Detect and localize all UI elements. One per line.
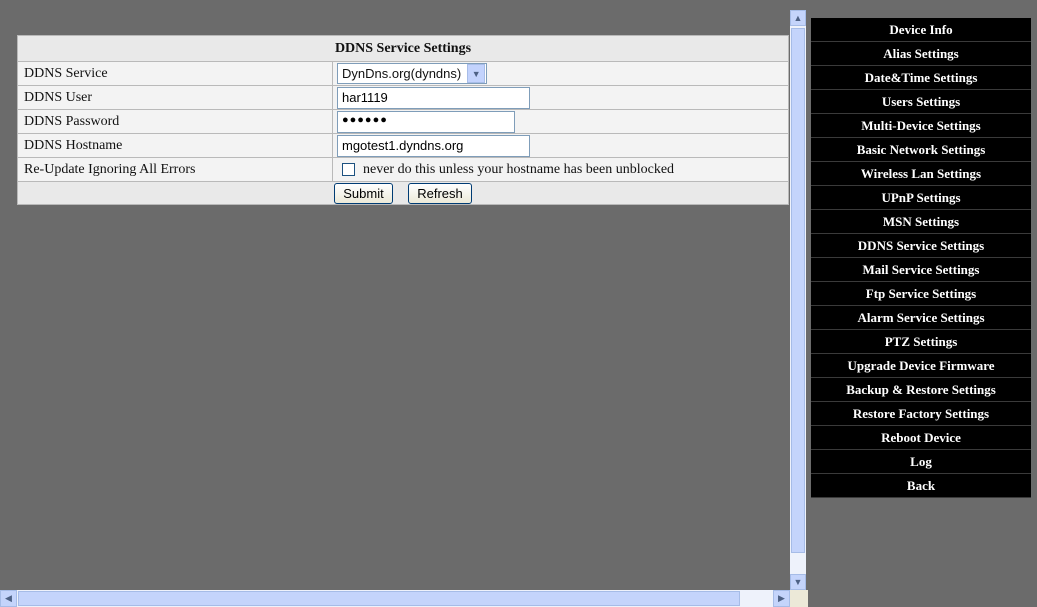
menu-item-upgrade-device-firmware[interactable]: Upgrade Device Firmware	[811, 354, 1031, 378]
horizontal-scrollbar[interactable]: ◀ ▶	[0, 590, 790, 607]
table-row: DDNS User har1119	[17, 85, 789, 110]
refresh-button[interactable]: Refresh	[408, 182, 472, 204]
arrow-left-icon[interactable]: ◀	[0, 590, 17, 607]
scroll-corner	[790, 590, 808, 607]
menu-item-date-time-settings[interactable]: Date&Time Settings	[811, 66, 1031, 90]
ddns-hostname-label: DDNS Hostname	[17, 133, 333, 158]
menu-item-alias-settings[interactable]: Alias Settings	[811, 42, 1031, 66]
menu-item-device-info[interactable]: Device Info	[811, 18, 1031, 42]
menu-item-restore-factory-settings[interactable]: Restore Factory Settings	[811, 402, 1031, 426]
button-row: Submit Refresh	[17, 181, 789, 205]
table-row: Re-Update Ignoring All Errors never do t…	[17, 157, 789, 182]
ddns-settings-title: DDNS Service Settings	[17, 35, 789, 62]
reupdate-note: never do this unless your hostname has b…	[363, 161, 675, 177]
menu-item-backup-restore-settings[interactable]: Backup & Restore Settings	[811, 378, 1031, 402]
table-row: DDNS Password ●●●●●●	[17, 109, 789, 134]
menu-item-multi-device-settings[interactable]: Multi-Device Settings	[811, 114, 1031, 138]
arrow-up-icon[interactable]: ▲	[790, 10, 806, 26]
menu-item-ptz-settings[interactable]: PTZ Settings	[811, 330, 1031, 354]
ddns-service-select[interactable]: DynDns.org(dyndns) ▼	[337, 63, 488, 84]
ddns-password-input[interactable]: ●●●●●●	[337, 110, 515, 133]
menu-item-wireless-lan-settings[interactable]: Wireless Lan Settings	[811, 162, 1031, 186]
menu-item-log[interactable]: Log	[811, 450, 1031, 474]
table-row: DDNS Service DynDns.org(dyndns) ▼	[17, 61, 789, 86]
main-frame: DDNS Service Settings DDNS Service DynDn…	[0, 0, 808, 607]
chevron-down-icon[interactable]: ▼	[467, 64, 486, 83]
menu-item-msn-settings[interactable]: MSN Settings	[811, 210, 1031, 234]
vertical-scrollbar[interactable]: ▲ ▼	[790, 10, 806, 590]
menu-item-users-settings[interactable]: Users Settings	[811, 90, 1031, 114]
ddns-hostname-input[interactable]: mgotest1.dyndns.org	[337, 134, 530, 157]
horizontal-scroll-thumb[interactable]	[18, 591, 740, 606]
menu-item-alarm-service-settings[interactable]: Alarm Service Settings	[811, 306, 1031, 330]
ddns-user-label: DDNS User	[17, 85, 333, 110]
side-menu: Device Info Alias Settings Date&Time Set…	[811, 18, 1031, 498]
reupdate-label: Re-Update Ignoring All Errors	[17, 157, 333, 182]
menu-item-reboot-device[interactable]: Reboot Device	[811, 426, 1031, 450]
arrow-right-icon[interactable]: ▶	[773, 590, 790, 607]
vertical-scroll-thumb[interactable]	[791, 28, 805, 553]
arrow-down-icon[interactable]: ▼	[790, 574, 806, 590]
menu-item-ftp-service-settings[interactable]: Ftp Service Settings	[811, 282, 1031, 306]
menu-item-mail-service-settings[interactable]: Mail Service Settings	[811, 258, 1031, 282]
submit-button[interactable]: Submit	[334, 182, 393, 204]
ddns-password-label: DDNS Password	[17, 109, 333, 134]
menu-item-upnp-settings[interactable]: UPnP Settings	[811, 186, 1031, 210]
reupdate-checkbox[interactable]	[342, 162, 355, 176]
ddns-service-value: DynDns.org(dyndns)	[342, 66, 462, 81]
menu-item-basic-network-settings[interactable]: Basic Network Settings	[811, 138, 1031, 162]
ddns-user-input[interactable]: har1119	[337, 86, 530, 109]
side-panel: Device Info Alias Settings Date&Time Set…	[808, 0, 1037, 607]
ddns-settings-table: DDNS Service Settings DDNS Service DynDn…	[17, 35, 789, 205]
menu-item-back[interactable]: Back	[811, 474, 1031, 498]
menu-item-ddns-service-settings[interactable]: DDNS Service Settings	[811, 234, 1031, 258]
ddns-service-label: DDNS Service	[17, 61, 333, 86]
table-row: DDNS Hostname mgotest1.dyndns.org	[17, 133, 789, 158]
